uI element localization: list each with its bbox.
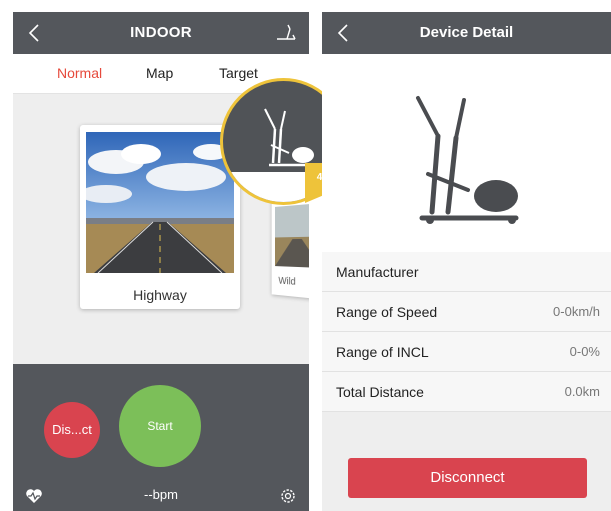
scene-label: Highway bbox=[133, 287, 187, 303]
detail-value: 0-0% bbox=[569, 344, 600, 359]
detail-label: Manufacturer bbox=[336, 264, 419, 280]
heart-rate-readout: --bpm bbox=[144, 487, 178, 502]
detail-row-manufacturer: Manufacturer bbox=[322, 252, 611, 292]
indoor-nav-bar: INDOOR bbox=[13, 12, 309, 54]
elliptical-machine-icon bbox=[264, 108, 314, 167]
highway-photo bbox=[86, 132, 234, 273]
tab-map[interactable]: Map bbox=[146, 65, 173, 81]
detail-row-incline-range: Range of INCL 0-0% bbox=[322, 332, 611, 372]
start-button[interactable]: Start bbox=[119, 385, 201, 467]
scene-label: Wild bbox=[278, 275, 296, 288]
detail-label: Range of INCL bbox=[336, 344, 429, 360]
detail-label: Total Distance bbox=[336, 384, 424, 400]
page-title: Device Detail bbox=[419, 24, 514, 41]
screenshot-stage: INDOOR Normal Map Target Highway Wild Di… bbox=[0, 0, 611, 511]
wild-photo bbox=[275, 203, 309, 268]
detail-row-speed-range: Range of Speed 0-0km/h bbox=[322, 292, 611, 332]
device-details-list: Manufacturer Range of Speed 0-0km/h Rang… bbox=[322, 252, 611, 412]
disconnect-button[interactable]: Disconnect bbox=[348, 458, 587, 498]
device-image-area bbox=[322, 54, 611, 252]
detail-value: 0-0km/h bbox=[553, 304, 600, 319]
scene-card-highway[interactable]: Highway bbox=[80, 125, 240, 309]
detail-value: 0.0km bbox=[564, 384, 600, 399]
disconnect-button[interactable]: Dis...ct bbox=[44, 402, 100, 458]
gear-icon[interactable] bbox=[279, 487, 297, 505]
scene-card-wild[interactable]: Wild bbox=[271, 194, 309, 300]
detail-label: Range of Speed bbox=[336, 304, 438, 320]
elliptical-machine-icon[interactable] bbox=[275, 23, 297, 43]
elliptical-machine-icon bbox=[416, 96, 519, 224]
device-detail-nav-bar: Device Detail bbox=[322, 12, 611, 54]
tab-target[interactable]: Target bbox=[219, 65, 258, 81]
tab-normal[interactable]: Normal bbox=[57, 65, 102, 81]
control-bar: Dis...ct Start --bpm bbox=[13, 364, 309, 511]
device-detail-screen: Device Detail Manufacturer Range of Spee… bbox=[322, 12, 611, 511]
page-title: INDOOR bbox=[130, 24, 192, 41]
detail-row-total-distance: Total Distance 0.0km bbox=[322, 372, 611, 412]
